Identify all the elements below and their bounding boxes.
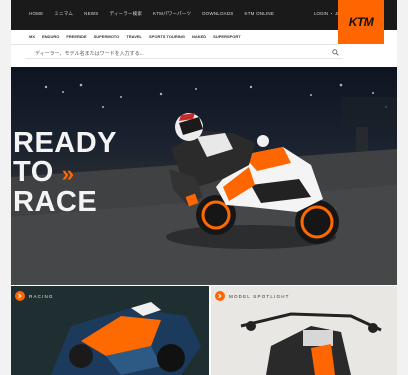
hero-headline-line-2: TO: [13, 156, 54, 188]
nav-item-power-parts[interactable]: KTMパワーパーツ: [153, 11, 191, 17]
hero-banner[interactable]: READY TO » RACE: [11, 67, 397, 285]
model-spotlight-section-card[interactable]: MODEL SPOTLIGHT: [211, 286, 397, 375]
model-spotlight-label-text: MODEL SPOTLIGHT: [229, 293, 290, 299]
search-icon[interactable]: [332, 49, 339, 56]
login-language-link[interactable]: LOGIN ・ JP: [314, 11, 340, 17]
category-item-naked[interactable]: NAKED: [192, 34, 206, 39]
category-item-supersport[interactable]: SUPERSPORT: [213, 34, 241, 39]
ktm-logo-text: KTM: [348, 15, 374, 29]
category-item-mx[interactable]: MX: [29, 34, 35, 39]
category-nav-bar: MX ENDURO FREERIDE SUPERMOTO TRAVEL SPOR…: [11, 30, 338, 45]
racing-section-card[interactable]: RACING: [11, 286, 209, 375]
racing-label-text: RACING: [29, 293, 54, 299]
nav-item-downloads[interactable]: DOWNLOADS: [202, 11, 233, 17]
category-item-enduro[interactable]: ENDURO: [42, 34, 59, 39]
category-nav-links: MX ENDURO FREERIDE SUPERMOTO TRAVEL SPOR…: [29, 34, 241, 39]
top-nav-links: HOME ミニマム NEWS ディーラー検索 KTMパワーパーツ DOWNLOA…: [29, 11, 274, 17]
page-frame: HOME ミニマム NEWS ディーラー検索 KTMパワーパーツ DOWNLOA…: [11, 0, 397, 375]
ktm-logo[interactable]: KTM: [338, 0, 384, 44]
search-input[interactable]: ディーラー、モデル名またはワードを入力する...: [35, 50, 144, 57]
category-item-travel[interactable]: TRAVEL: [126, 34, 142, 39]
nav-item-minimum[interactable]: ミニマム: [54, 11, 73, 17]
hero-headline: READY TO » RACE: [13, 129, 117, 217]
nav-item-ktm-online[interactable]: KTM ONLINE: [245, 11, 275, 17]
nav-item-dealer-search[interactable]: ディーラー検索: [109, 11, 142, 17]
category-item-freeride[interactable]: FREERIDE: [66, 34, 86, 39]
model-spotlight-label: MODEL SPOTLIGHT: [215, 290, 290, 302]
category-item-supermoto[interactable]: SUPERMOTO: [94, 34, 120, 39]
hero-headline-line-1: READY: [13, 127, 118, 159]
racing-label: RACING: [15, 290, 54, 302]
category-item-sports-touring[interactable]: SPORTS TOURING: [149, 34, 185, 39]
orange-chevron-icon: [215, 291, 225, 301]
nav-item-home[interactable]: HOME: [29, 11, 43, 17]
search-bar[interactable]: ディーラー、モデル名またはワードを入力する...: [25, 48, 343, 59]
hero-headline-line-3: RACE: [13, 186, 98, 218]
orange-chevron-icon: [15, 291, 25, 301]
nav-item-news[interactable]: NEWS: [84, 11, 98, 17]
hero-chevron-icon: »: [61, 161, 75, 186]
